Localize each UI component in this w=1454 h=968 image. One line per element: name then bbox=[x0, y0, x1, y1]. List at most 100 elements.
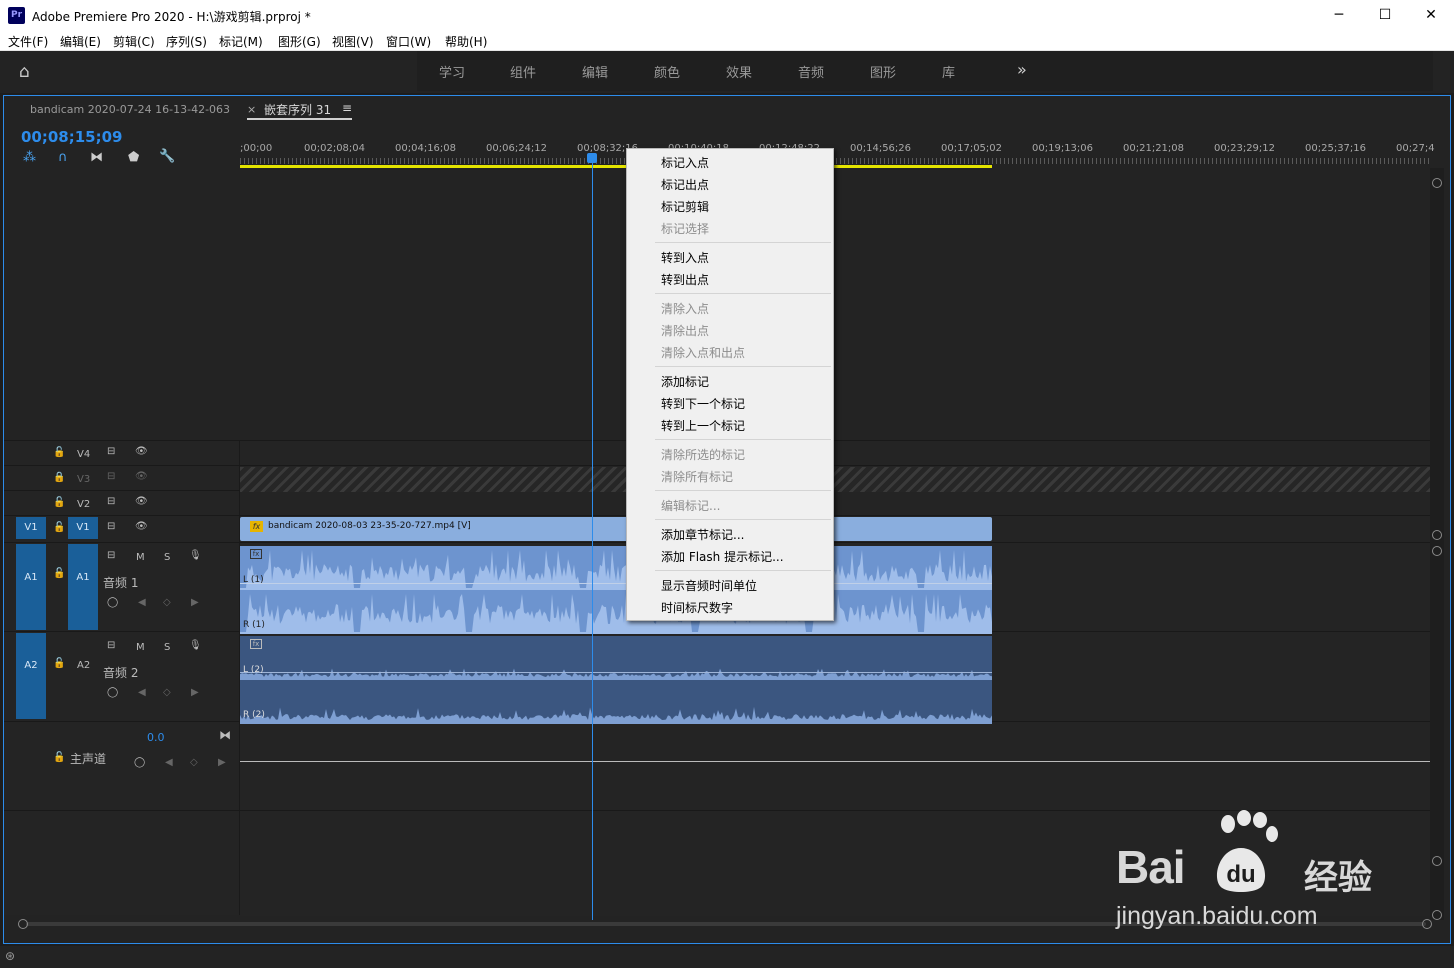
workspace-assembly[interactable]: 组件 bbox=[510, 62, 536, 81]
master-level[interactable]: 0.0 bbox=[147, 731, 165, 744]
ctx-item[interactable]: 转到上一个标记 bbox=[661, 417, 745, 434]
eye-icon[interactable]: 👁 bbox=[135, 471, 148, 482]
ctx-item[interactable]: 显示音频时间单位 bbox=[661, 577, 757, 594]
video-clip[interactable]: fx bandicam 2020-08-03 23-35-20-727.mp4 … bbox=[240, 517, 992, 541]
ctx-item[interactable]: 转到入点 bbox=[661, 249, 709, 266]
lock-icon[interactable]: 🔓 bbox=[53, 752, 65, 763]
prev-keyframe-icon[interactable]: ◀ bbox=[138, 687, 146, 698]
creative-cloud-icon[interactable]: ⊛ bbox=[5, 949, 15, 963]
ctx-item[interactable]: 标记剪辑 bbox=[661, 198, 709, 215]
add-marker-icon[interactable]: ⬟ bbox=[128, 150, 139, 165]
audio-clip-a1[interactable]: fx L (1) R (1) bbox=[240, 546, 992, 634]
sync-lock-icon[interactable]: ⊟ bbox=[107, 640, 115, 651]
sync-lock-icon[interactable]: ⊟ bbox=[107, 496, 115, 507]
menu-graphics[interactable]: 图形(G) bbox=[278, 33, 321, 50]
track-target-a1[interactable]: A1 bbox=[68, 544, 98, 630]
audio-clip-a2[interactable]: fx L (2) R (2) bbox=[240, 636, 992, 724]
eye-icon[interactable]: 👁 bbox=[135, 496, 148, 507]
playhead-line[interactable] bbox=[592, 158, 593, 920]
home-icon[interactable]: ⌂ bbox=[19, 63, 39, 81]
scroll-handle-top[interactable] bbox=[1432, 546, 1442, 556]
ctx-item[interactable]: 转到出点 bbox=[661, 271, 709, 288]
volume-knob-icon[interactable]: ◯ bbox=[107, 687, 118, 698]
snap-icon[interactable]: ∩ bbox=[58, 150, 68, 165]
source-patch-a1[interactable]: A1 bbox=[16, 544, 46, 630]
menu-edit[interactable]: 编辑(E) bbox=[60, 33, 101, 50]
workspace-color[interactable]: 颜色 bbox=[654, 62, 680, 81]
sync-lock-icon[interactable]: ⊟ bbox=[107, 550, 115, 561]
source-patch-v1[interactable]: V1 bbox=[16, 517, 46, 539]
next-keyframe-icon[interactable]: ▶ bbox=[218, 757, 226, 768]
track-label-audio1[interactable]: 音频 1 bbox=[103, 574, 138, 591]
scroll-handle-top[interactable] bbox=[1432, 178, 1442, 188]
menu-view[interactable]: 视图(V) bbox=[332, 33, 374, 50]
ctx-item[interactable]: 转到下一个标记 bbox=[661, 395, 745, 412]
playhead-handle[interactable] bbox=[587, 153, 597, 163]
zoom-handle-left[interactable] bbox=[18, 919, 28, 929]
lock-icon[interactable]: 🔒 bbox=[53, 472, 65, 483]
ctx-item[interactable]: 标记入点 bbox=[661, 154, 709, 171]
next-keyframe-icon[interactable]: ▶ bbox=[191, 687, 199, 698]
nest-toggle-icon[interactable]: ⁂ bbox=[23, 150, 36, 165]
menu-sequence[interactable]: 序列(S) bbox=[166, 33, 207, 50]
next-keyframe-icon[interactable]: ▶ bbox=[191, 597, 199, 608]
lock-icon[interactable]: 🔓 bbox=[53, 447, 65, 458]
workspace-graphics[interactable]: 图形 bbox=[870, 62, 896, 81]
lock-icon[interactable]: 🔓 bbox=[53, 568, 65, 579]
close-window-button[interactable]: ✕ bbox=[1408, 0, 1454, 31]
maximize-button[interactable]: ☐ bbox=[1362, 0, 1408, 31]
ctx-item[interactable]: 时间标尺数字 bbox=[661, 599, 733, 616]
volume-knob-icon[interactable]: ◯ bbox=[107, 597, 118, 608]
menu-window[interactable]: 窗口(W) bbox=[386, 33, 431, 50]
scroll-handle-bottom[interactable] bbox=[1432, 530, 1442, 540]
eye-icon[interactable]: 👁 bbox=[135, 446, 148, 457]
vertical-scrollbar[interactable] bbox=[1430, 168, 1444, 920]
ctx-item[interactable]: 添加标记 bbox=[661, 373, 709, 390]
microphone-icon[interactable]: 🎙 bbox=[189, 640, 202, 651]
lock-icon[interactable]: 🔓 bbox=[53, 658, 65, 669]
workspace-learn[interactable]: 学习 bbox=[439, 62, 465, 81]
workspace-libraries[interactable]: 库 bbox=[942, 62, 955, 81]
track-target-a2[interactable]: A2 bbox=[77, 660, 90, 671]
menu-file[interactable]: 文件(F) bbox=[8, 33, 48, 50]
collapse-icon[interactable]: ⧓ bbox=[219, 728, 231, 742]
panel-menu-icon[interactable]: ≡ bbox=[342, 101, 352, 115]
tab-nested-sequence[interactable]: 嵌套序列 31 bbox=[264, 101, 331, 118]
add-keyframe-icon[interactable]: ◇ bbox=[190, 757, 198, 768]
tab-source-sequence[interactable]: bandicam 2020-07-24 16-13-42-063 bbox=[30, 103, 230, 116]
mute-button[interactable]: M bbox=[136, 642, 145, 653]
sync-lock-icon[interactable]: ⊟ bbox=[107, 471, 115, 482]
menu-clip[interactable]: 剪辑(C) bbox=[113, 33, 155, 50]
track-target-v1[interactable]: V1 bbox=[68, 517, 98, 539]
work-area-bar[interactable] bbox=[240, 165, 992, 168]
microphone-icon[interactable]: 🎙 bbox=[189, 550, 202, 561]
sync-lock-icon[interactable]: ⊟ bbox=[107, 446, 115, 457]
workspace-effects[interactable]: 效果 bbox=[726, 62, 752, 81]
tab-close-icon[interactable]: × bbox=[247, 103, 256, 116]
track-label-audio2[interactable]: 音频 2 bbox=[103, 664, 138, 681]
workspace-editing[interactable]: 编辑 bbox=[582, 62, 608, 81]
playhead-timecode[interactable]: 00;08;15;09 bbox=[21, 128, 123, 146]
ctx-item[interactable]: 添加 Flash 提示标记... bbox=[661, 548, 784, 565]
lock-icon[interactable]: 🔓 bbox=[53, 522, 65, 533]
prev-keyframe-icon[interactable]: ◀ bbox=[165, 757, 173, 768]
prev-keyframe-icon[interactable]: ◀ bbox=[138, 597, 146, 608]
add-keyframe-icon[interactable]: ◇ bbox=[163, 597, 171, 608]
eye-icon[interactable]: 👁 bbox=[135, 521, 148, 532]
linked-selection-icon[interactable]: ⧓ bbox=[90, 150, 103, 165]
workspace-more-icon[interactable]: » bbox=[1017, 60, 1027, 79]
ctx-item[interactable]: 标记出点 bbox=[661, 176, 709, 193]
solo-button[interactable]: S bbox=[164, 642, 170, 653]
menu-help[interactable]: 帮助(H) bbox=[445, 33, 487, 50]
menu-markers[interactable]: 标记(M) bbox=[219, 33, 263, 50]
wrench-icon[interactable]: 🔧 bbox=[159, 149, 175, 164]
solo-button[interactable]: S bbox=[164, 552, 170, 563]
volume-knob-icon[interactable]: ◯ bbox=[134, 757, 145, 768]
mute-button[interactable]: M bbox=[136, 552, 145, 563]
add-keyframe-icon[interactable]: ◇ bbox=[163, 687, 171, 698]
sync-lock-icon[interactable]: ⊟ bbox=[107, 521, 115, 532]
minimize-button[interactable]: ─ bbox=[1316, 0, 1362, 31]
ctx-item[interactable]: 添加章节标记... bbox=[661, 526, 744, 543]
lock-icon[interactable]: 🔓 bbox=[53, 497, 65, 508]
source-patch-a2[interactable]: A2 bbox=[16, 633, 46, 719]
